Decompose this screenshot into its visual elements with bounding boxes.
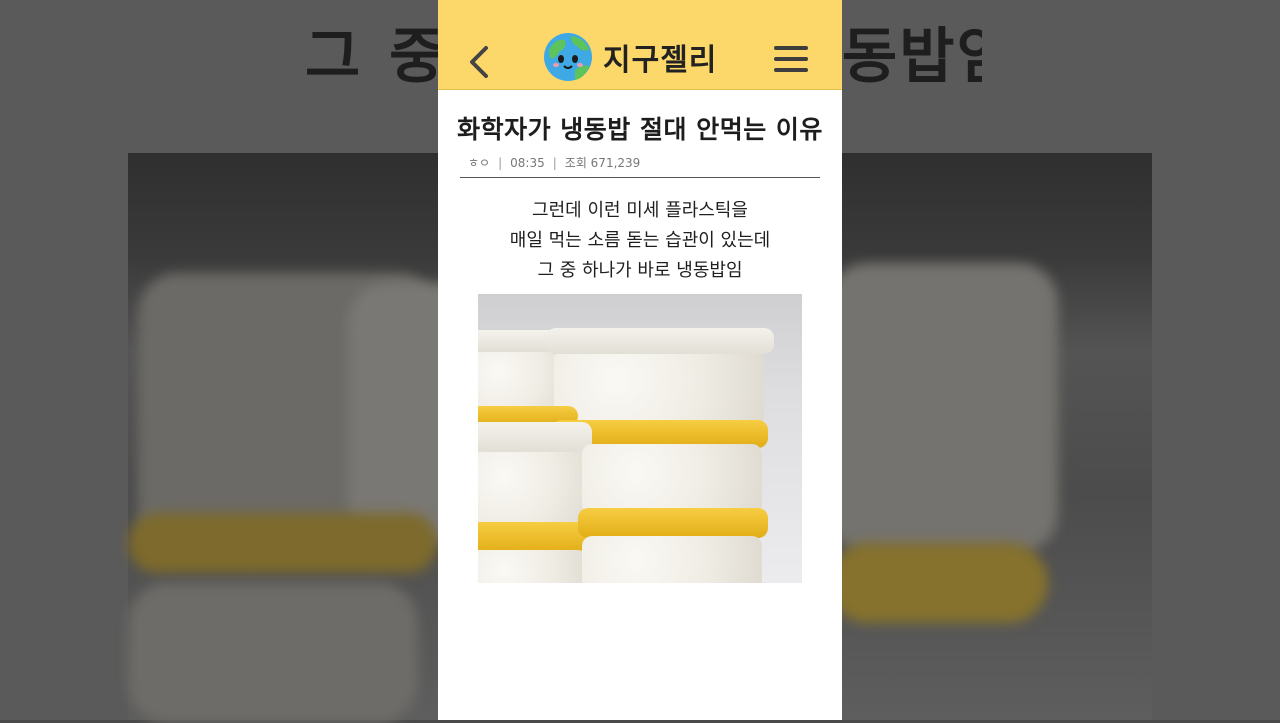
hamburger-menu-icon xyxy=(774,46,808,72)
view-count: 조회 671,239 xyxy=(564,156,641,170)
phone-panel: 지구젤리 화학자가 냉동밥 절대 안먹는 이유 ㅎㅇ | 08:35 | 조회 … xyxy=(438,0,842,720)
post-time: 08:35 xyxy=(510,155,545,170)
logo-text: 지구젤리 xyxy=(603,43,718,78)
body-line: 그런데 이런 미세 플라스틱을 xyxy=(532,200,748,221)
background-caption-left: 그 중 xyxy=(305,22,449,92)
site-logo[interactable]: 지구젤리 xyxy=(541,30,717,84)
meta-divider: | xyxy=(498,155,503,170)
body-line: 매일 먹는 소름 돋는 습관이 있는데 xyxy=(509,230,771,251)
back-button[interactable] xyxy=(466,40,494,84)
article-meta: ㅎㅇ | 08:35 | 조회 671,239 xyxy=(460,154,820,178)
app-header: 지구젤리 xyxy=(438,0,842,90)
body-line: 그 중 하나가 바로 냉동밥임 xyxy=(537,260,743,281)
author-name[interactable]: ㅎㅇ xyxy=(468,154,490,171)
frozen-rice-photo xyxy=(478,294,802,583)
menu-button[interactable] xyxy=(774,46,808,76)
meta-divider: | xyxy=(552,155,557,170)
article-body: 그런데 이런 미세 플라스틱을 매일 먹는 소름 돋는 습관이 있는데 그 중 … xyxy=(438,196,842,286)
earth-mascot-icon xyxy=(544,33,592,81)
background-caption-right: 동밥임 xyxy=(842,22,982,92)
chevron-left-icon xyxy=(470,46,488,78)
article-title: 화학자가 냉동밥 절대 안먹는 이유 xyxy=(457,115,823,144)
